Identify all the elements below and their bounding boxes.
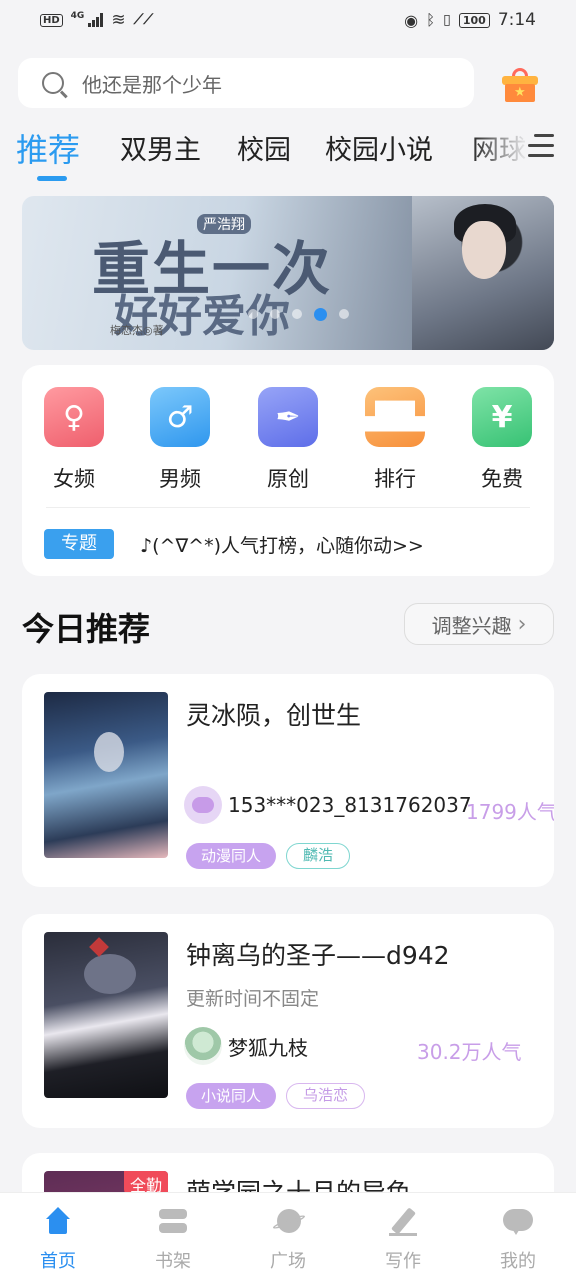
category-ranking[interactable]: ▟█▙ 排行 [355,387,435,493]
tab-campus-novel[interactable]: 校园小说 [325,128,433,167]
category-card: ♀ 女频 ♂ 男频 ✒ 原创 ▟█▙ 排行 ¥ 免费 专题 ♪(^∇^*)人气打… [22,365,554,576]
status-bar: HD 4G ≋ ⟋⟋ ◉ ᛒ ▯ 100 7:14 [0,0,576,40]
book-cover [44,932,168,1098]
category-label: 女频 [53,467,95,491]
vibrate-icon: ▯ [443,12,451,28]
tag-list: 动漫同人 麟浩 [186,843,351,869]
nav-mine[interactable]: 我的 [478,1207,558,1273]
tab-double-male[interactable]: 双男主 [120,128,201,167]
author-name: 153***023_8131762037 [228,793,472,817]
chat-bubble-icon [502,1207,534,1237]
yen-icon: ¥ [491,399,513,435]
chat-bubble-icon [192,797,214,813]
nav-bookshelf[interactable]: 书架 [133,1207,213,1273]
category-female[interactable]: ♀ 女频 [34,387,114,493]
nav-label: 广场 [270,1251,306,1272]
hd-badge: HD [40,13,63,27]
menu-icon[interactable] [528,134,554,157]
planet-icon [271,1207,307,1237]
avatar [184,1027,222,1065]
clock: 7:14 [497,10,536,30]
tag[interactable]: 小说同人 [186,1083,277,1109]
nav-label: 写作 [385,1251,421,1272]
book-card[interactable]: 钟离乌的圣子——d942 更新时间不固定 梦狐九枝 30.2万人气 小说同人 乌… [22,914,554,1128]
popularity: 30.2万人气 [417,1040,522,1064]
category-label: 原创 [267,467,309,491]
tag[interactable]: 动漫同人 [186,843,277,869]
section-title: 今日推荐 [22,610,151,648]
category-tabs: 推荐 双男主 校园 校园小说 网球 [0,120,576,186]
tab-recommend[interactable]: 推荐 [16,125,80,171]
search-icon [42,72,64,94]
bluetooth-icon: ᛒ [426,11,436,29]
carousel-dots [248,308,349,321]
author-name: 梦狐九枝 [228,1035,308,1060]
podium-icon: ▟█▙ [365,402,425,432]
bottom-nav: 首页 书架 广场 写作 我的 [0,1192,576,1280]
search-placeholder: 他还是那个少年 [82,72,222,97]
nav-plaza[interactable]: 广场 [248,1207,328,1273]
nav-home[interactable]: 首页 [18,1207,98,1273]
signal-icon [88,13,104,27]
female-icon: ♀ [63,399,85,435]
category-label: 排行 [374,467,416,491]
male-icon: ♂ [166,399,194,435]
tag[interactable]: 乌浩恋 [286,1083,366,1109]
network-type: 4G [70,11,85,21]
book-title: 灵冰陨，创世生 [186,701,362,730]
nav-label: 书架 [155,1251,191,1272]
avatar [184,786,222,824]
pen-icon: ✒ [275,399,301,435]
nav-label: 我的 [500,1251,536,1272]
eye-icon: ◉ [404,10,419,30]
tag-list: 小说同人 乌浩恋 [186,1083,366,1109]
category-label: 男频 [159,467,201,491]
adjust-interest-label: 调整兴趣 [431,613,512,638]
adjust-interest-button[interactable]: 调整兴趣 › [404,603,554,645]
active-tab-indicator [37,176,67,181]
author-row: 梦狐九枝 [184,1027,308,1065]
topic-link[interactable]: ♪(^∇^*)人气打榜，心随你动>> [140,531,424,558]
book-title: 钟离乌的圣子——d942 [186,941,450,970]
book-card[interactable]: 灵冰陨，创世生 153***023_8131762037 1799人气 动漫同人… [22,674,554,887]
popularity: 1799人气 [466,800,554,824]
category-male[interactable]: ♂ 男频 [140,387,220,493]
author-row: 153***023_8131762037 [184,786,472,824]
book-update-note: 更新时间不固定 [186,988,320,1010]
category-label: 免费 [481,467,523,491]
pencil-icon [387,1207,419,1237]
search-bar[interactable]: 他还是那个少年 [18,58,474,108]
category-free[interactable]: ¥ 免费 [462,387,542,493]
banner-author: 梅恋杰◎著 [110,324,164,337]
wifi-icon: ≋ [111,10,126,30]
tab-campus[interactable]: 校园 [237,128,291,167]
home-icon [42,1207,74,1237]
chevron-right-icon: › [517,611,527,637]
promo-banner[interactable]: 严浩翔 重生一次 好好爱你 梅恋杰◎著 [22,196,554,350]
nav-write[interactable]: 写作 [363,1207,443,1273]
tag[interactable]: 麟浩 [286,843,351,869]
topic-tag: 专题 [44,529,114,559]
battery-icon: 100 [458,12,490,28]
link-icon: ⟋⟋ [133,12,154,28]
bookshelf-icon [157,1207,189,1237]
gift-icon[interactable]: ★ [502,68,538,102]
category-original[interactable]: ✒ 原创 [248,387,328,493]
nav-label: 首页 [40,1251,76,1272]
book-cover [44,692,168,858]
